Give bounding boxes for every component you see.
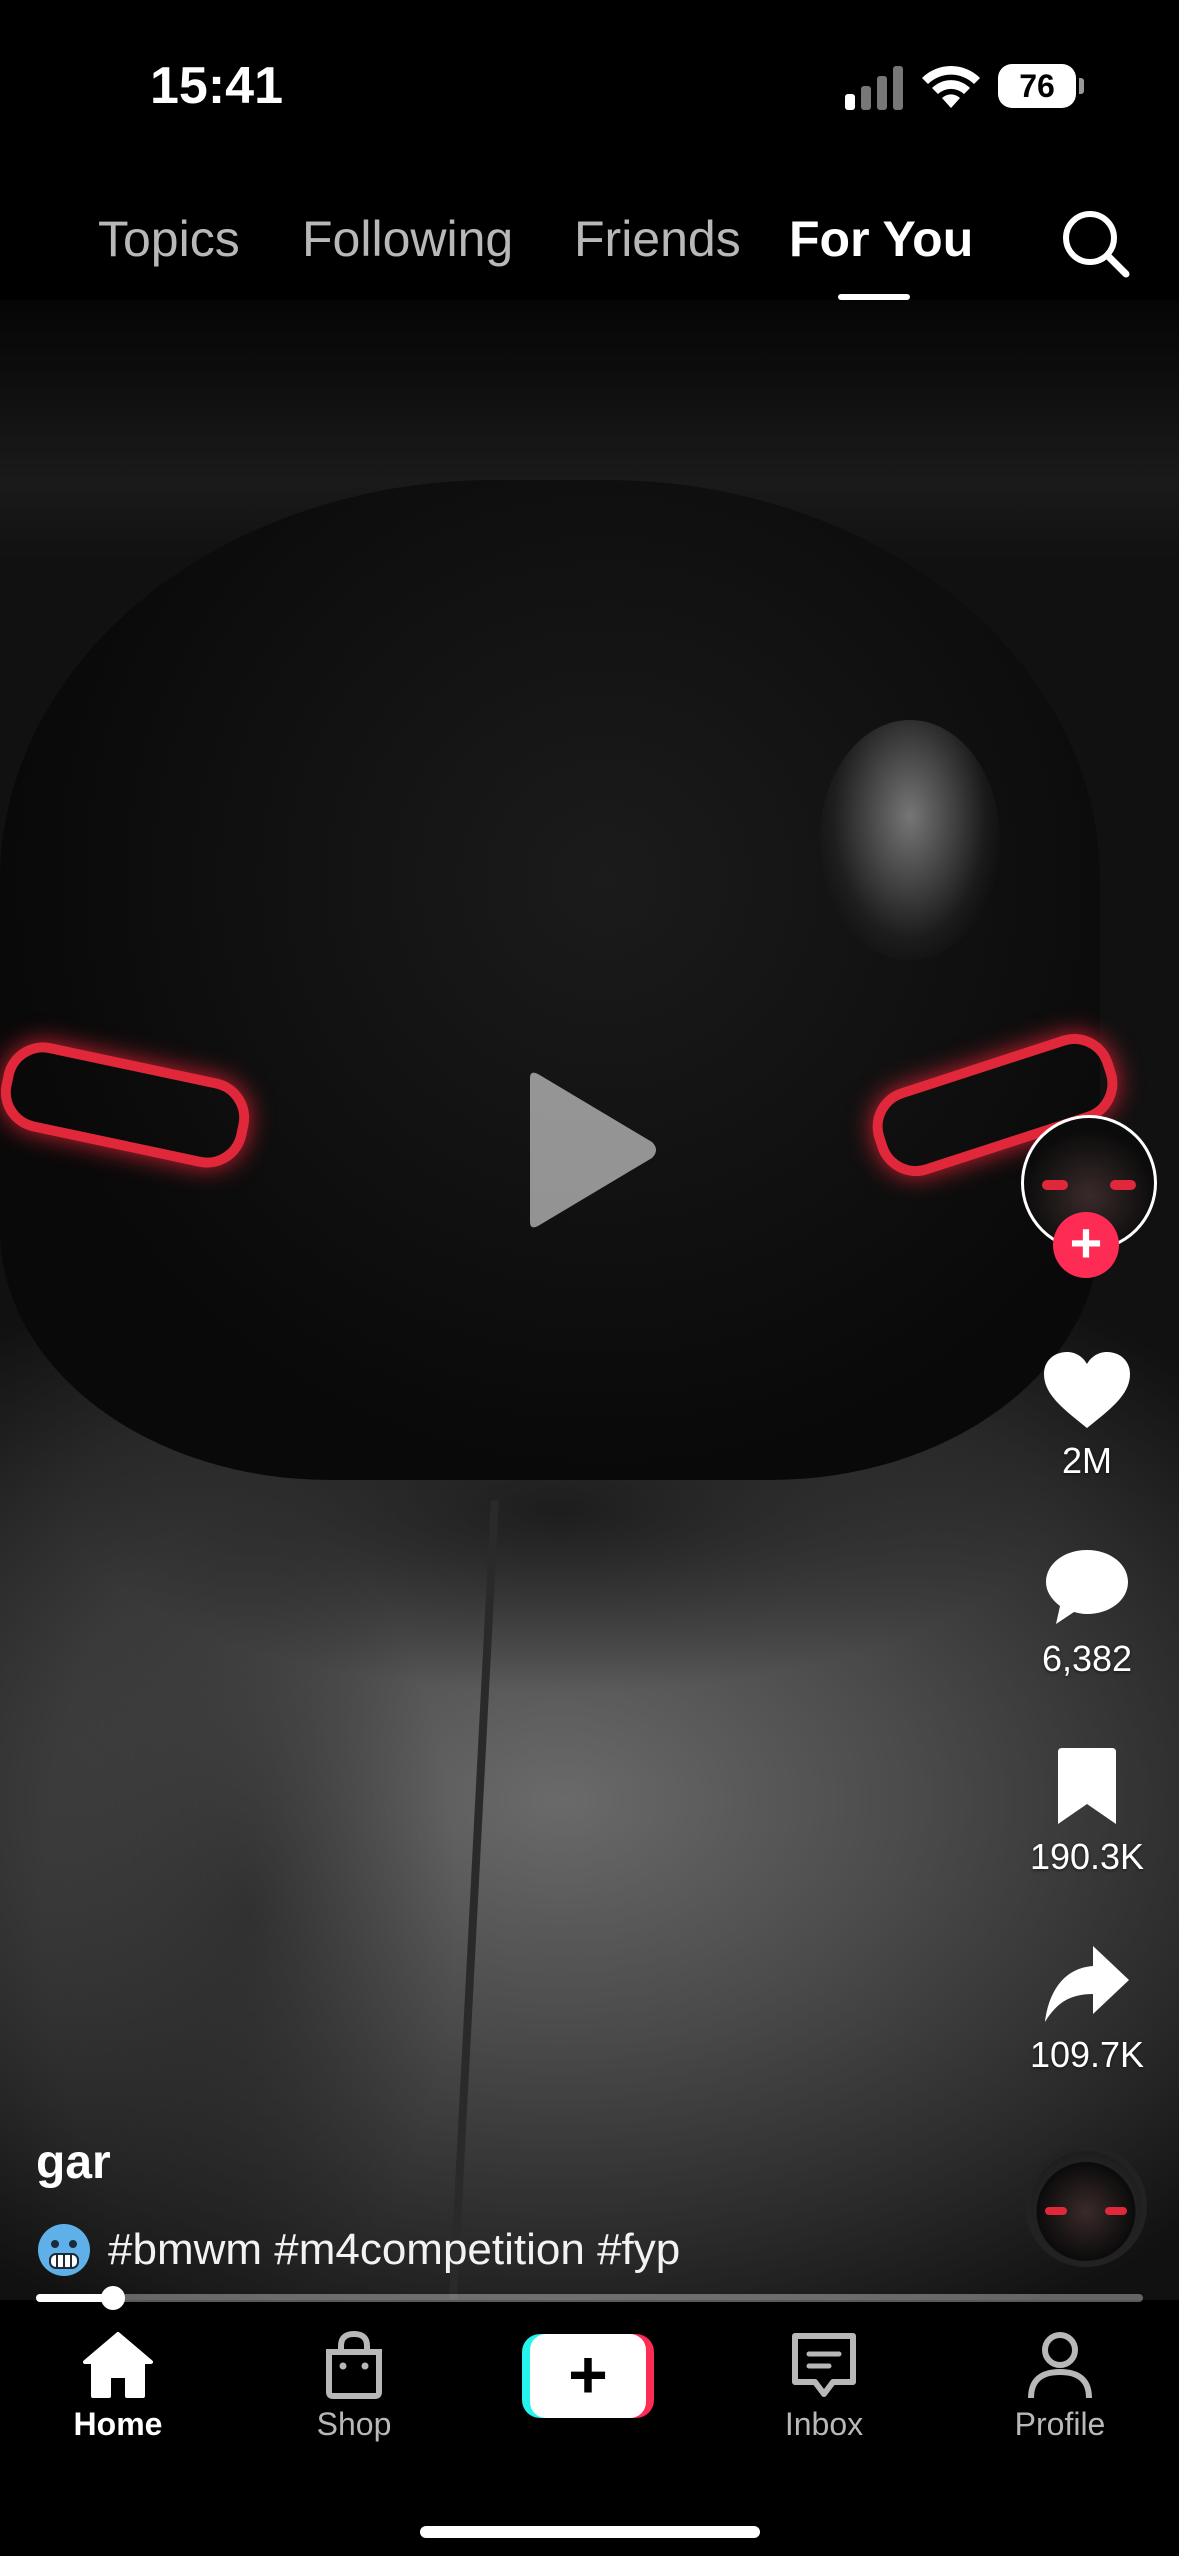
tab-friends[interactable]: Friends xyxy=(574,210,741,268)
like-count: 2M xyxy=(1061,1440,1112,1481)
profile-icon xyxy=(1028,2332,1092,2399)
nav-inbox[interactable]: Inbox xyxy=(724,2330,924,2443)
comment-count: 6,382 xyxy=(1041,1638,1133,1679)
share-arrow-icon xyxy=(1045,1946,1129,2022)
active-tab-indicator xyxy=(838,294,910,300)
bookmark-icon xyxy=(1058,1748,1116,1824)
bookmark-count: 190.3K xyxy=(1029,1836,1145,1877)
battery-indicator: 76 xyxy=(998,64,1084,108)
comment-button[interactable]: 6,382 xyxy=(1017,1548,1157,1680)
home-icon xyxy=(83,2332,153,2398)
video-progress-bar[interactable] xyxy=(36,2286,1143,2310)
nav-profile-label: Profile xyxy=(1014,2406,1106,2442)
follow-button[interactable]: + xyxy=(1053,1212,1119,1278)
nav-inbox-label: Inbox xyxy=(784,2406,864,2442)
search-icon[interactable] xyxy=(1060,208,1130,278)
nav-home[interactable]: Home xyxy=(18,2330,218,2443)
heart-icon xyxy=(1044,1352,1130,1428)
tab-following[interactable]: Following xyxy=(302,210,513,268)
video-frame-reflection xyxy=(820,720,1000,960)
nav-shop-label: Shop xyxy=(316,2406,392,2442)
caption-row: #bmwm #m4competition #fyp xyxy=(36,2220,680,2280)
cellular-signal-icon xyxy=(845,66,903,110)
play-icon[interactable] xyxy=(520,1070,660,1230)
feed-tabs: Topics Following Friends For You xyxy=(0,210,1179,310)
create-button[interactable]: + xyxy=(522,2334,654,2418)
nav-profile[interactable]: Profile xyxy=(960,2330,1160,2443)
freezing-face-emoji xyxy=(38,2224,90,2276)
wifi-icon xyxy=(922,65,980,108)
nav-shop[interactable]: Shop xyxy=(254,2330,454,2443)
video-frame-car xyxy=(0,480,1100,1480)
like-button[interactable]: 2M xyxy=(1017,1350,1157,1482)
creator-username[interactable]: gar xyxy=(36,2135,111,2190)
music-disc[interactable] xyxy=(1025,2145,1147,2267)
tab-topics[interactable]: Topics xyxy=(98,210,240,268)
create-plus-icon: + xyxy=(530,2334,646,2418)
share-count: 109.7K xyxy=(1029,2034,1145,2075)
comment-icon xyxy=(1046,1550,1128,1624)
home-indicator xyxy=(420,2526,760,2538)
bookmark-button[interactable]: 190.3K xyxy=(1017,1748,1157,1878)
share-button[interactable]: 109.7K xyxy=(1017,1944,1157,2076)
video-frame-shadow xyxy=(40,1500,460,2320)
status-time: 15:41 xyxy=(150,57,283,115)
tab-for-you[interactable]: For You xyxy=(789,210,973,268)
status-bar: 15:41 76 xyxy=(0,0,1179,170)
nav-home-label: Home xyxy=(73,2406,163,2442)
post-caption[interactable]: #bmwm #m4competition #fyp xyxy=(108,2225,680,2275)
shop-bag-icon xyxy=(326,2330,382,2399)
inbox-icon xyxy=(792,2333,856,2397)
